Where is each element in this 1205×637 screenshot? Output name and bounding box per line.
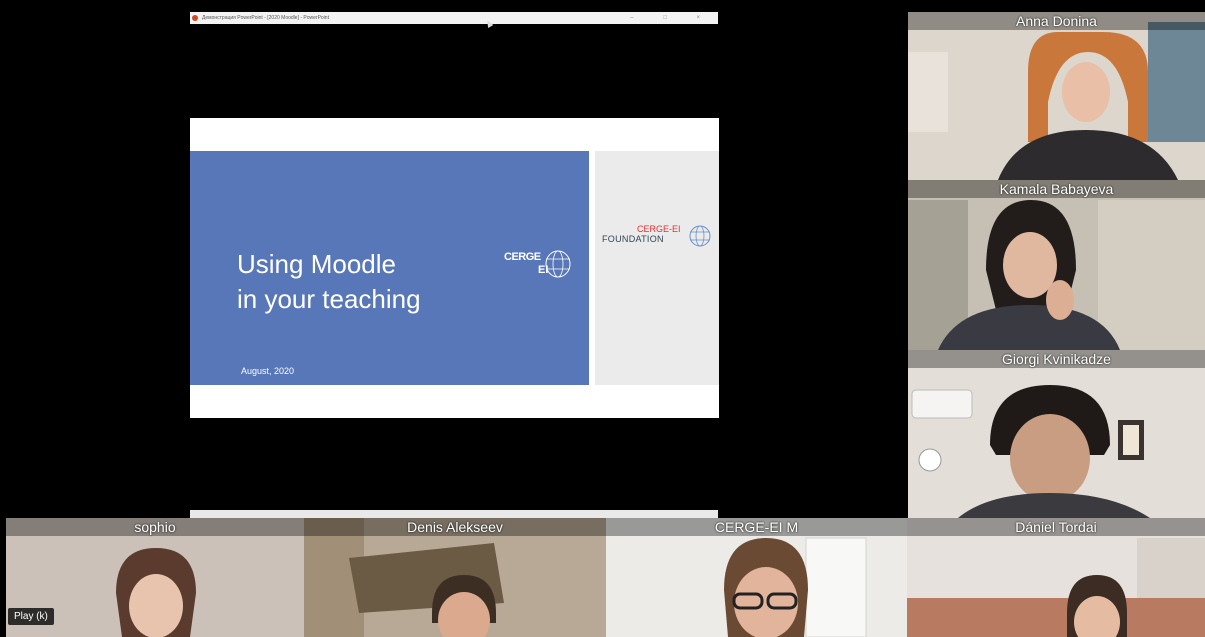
participant-video [908,350,1205,518]
participant-name: Dániel Tordai [907,518,1205,536]
window-controls: – □ × [630,15,714,21]
cerge-logo-text-1: CERGE [504,251,541,263]
powerpoint-window-title: Демонстрация PowerPoint - [2020 Moodle] … [202,15,329,21]
participant-tile: Anna Donina [908,12,1205,180]
slide-title-line-1: Using Moodle [237,249,396,279]
participant-name: CERGE-EI M [606,518,907,536]
participant-name: Kamala Babayeva [908,180,1205,198]
slide-date: August, 2020 [241,366,295,376]
video-frame[interactable]: Демонстрация PowerPoint - [2020 Moodle] … [6,12,1205,637]
foundation-logo-text-2: FOUNDATION [602,234,664,244]
participant-name: Denis Alekseev [304,518,606,536]
participant-tile: CERGE-EI M [606,518,907,637]
globe-icon [545,250,571,278]
globe-icon [689,225,711,247]
participant-tile: Dániel Tordai [907,518,1205,637]
cerge-ei-logo: CERGE EI [500,247,582,287]
participant-name: sophio [6,518,304,536]
participant-tile: Giorgi Kvinikadze [908,350,1205,518]
participant-video [908,180,1205,350]
powerpoint-titlebar: Демонстрация PowerPoint - [2020 Moodle] … [190,12,718,24]
participant-tile: Kamala Babayeva [908,180,1205,350]
slide-title: Using Moodle in your teaching [237,247,421,317]
slide-title-panel: Using Moodle in your teaching August, 20… [190,151,589,385]
powerpoint-icon [192,15,198,21]
slide-title-line-2: in your teaching [237,284,421,314]
participant-name: Anna Donina [908,12,1205,30]
participant-tile: Denis Alekseev [304,518,606,637]
foundation-logo-text-1: CERGE-EI [637,224,681,234]
play-tooltip: Play (k) [8,608,54,625]
participant-name: Giorgi Kvinikadze [908,350,1205,368]
presentation-slide: Using Moodle in your teaching August, 20… [190,118,719,418]
participant-video [908,12,1205,180]
slide-foundation-panel [595,151,719,385]
shared-screen: Демонстрация PowerPoint - [2020 Moodle] … [6,12,904,518]
powerpoint-statusbar [190,510,718,518]
cerge-ei-foundation-logo: CERGE-EI FOUNDATION [602,224,714,254]
